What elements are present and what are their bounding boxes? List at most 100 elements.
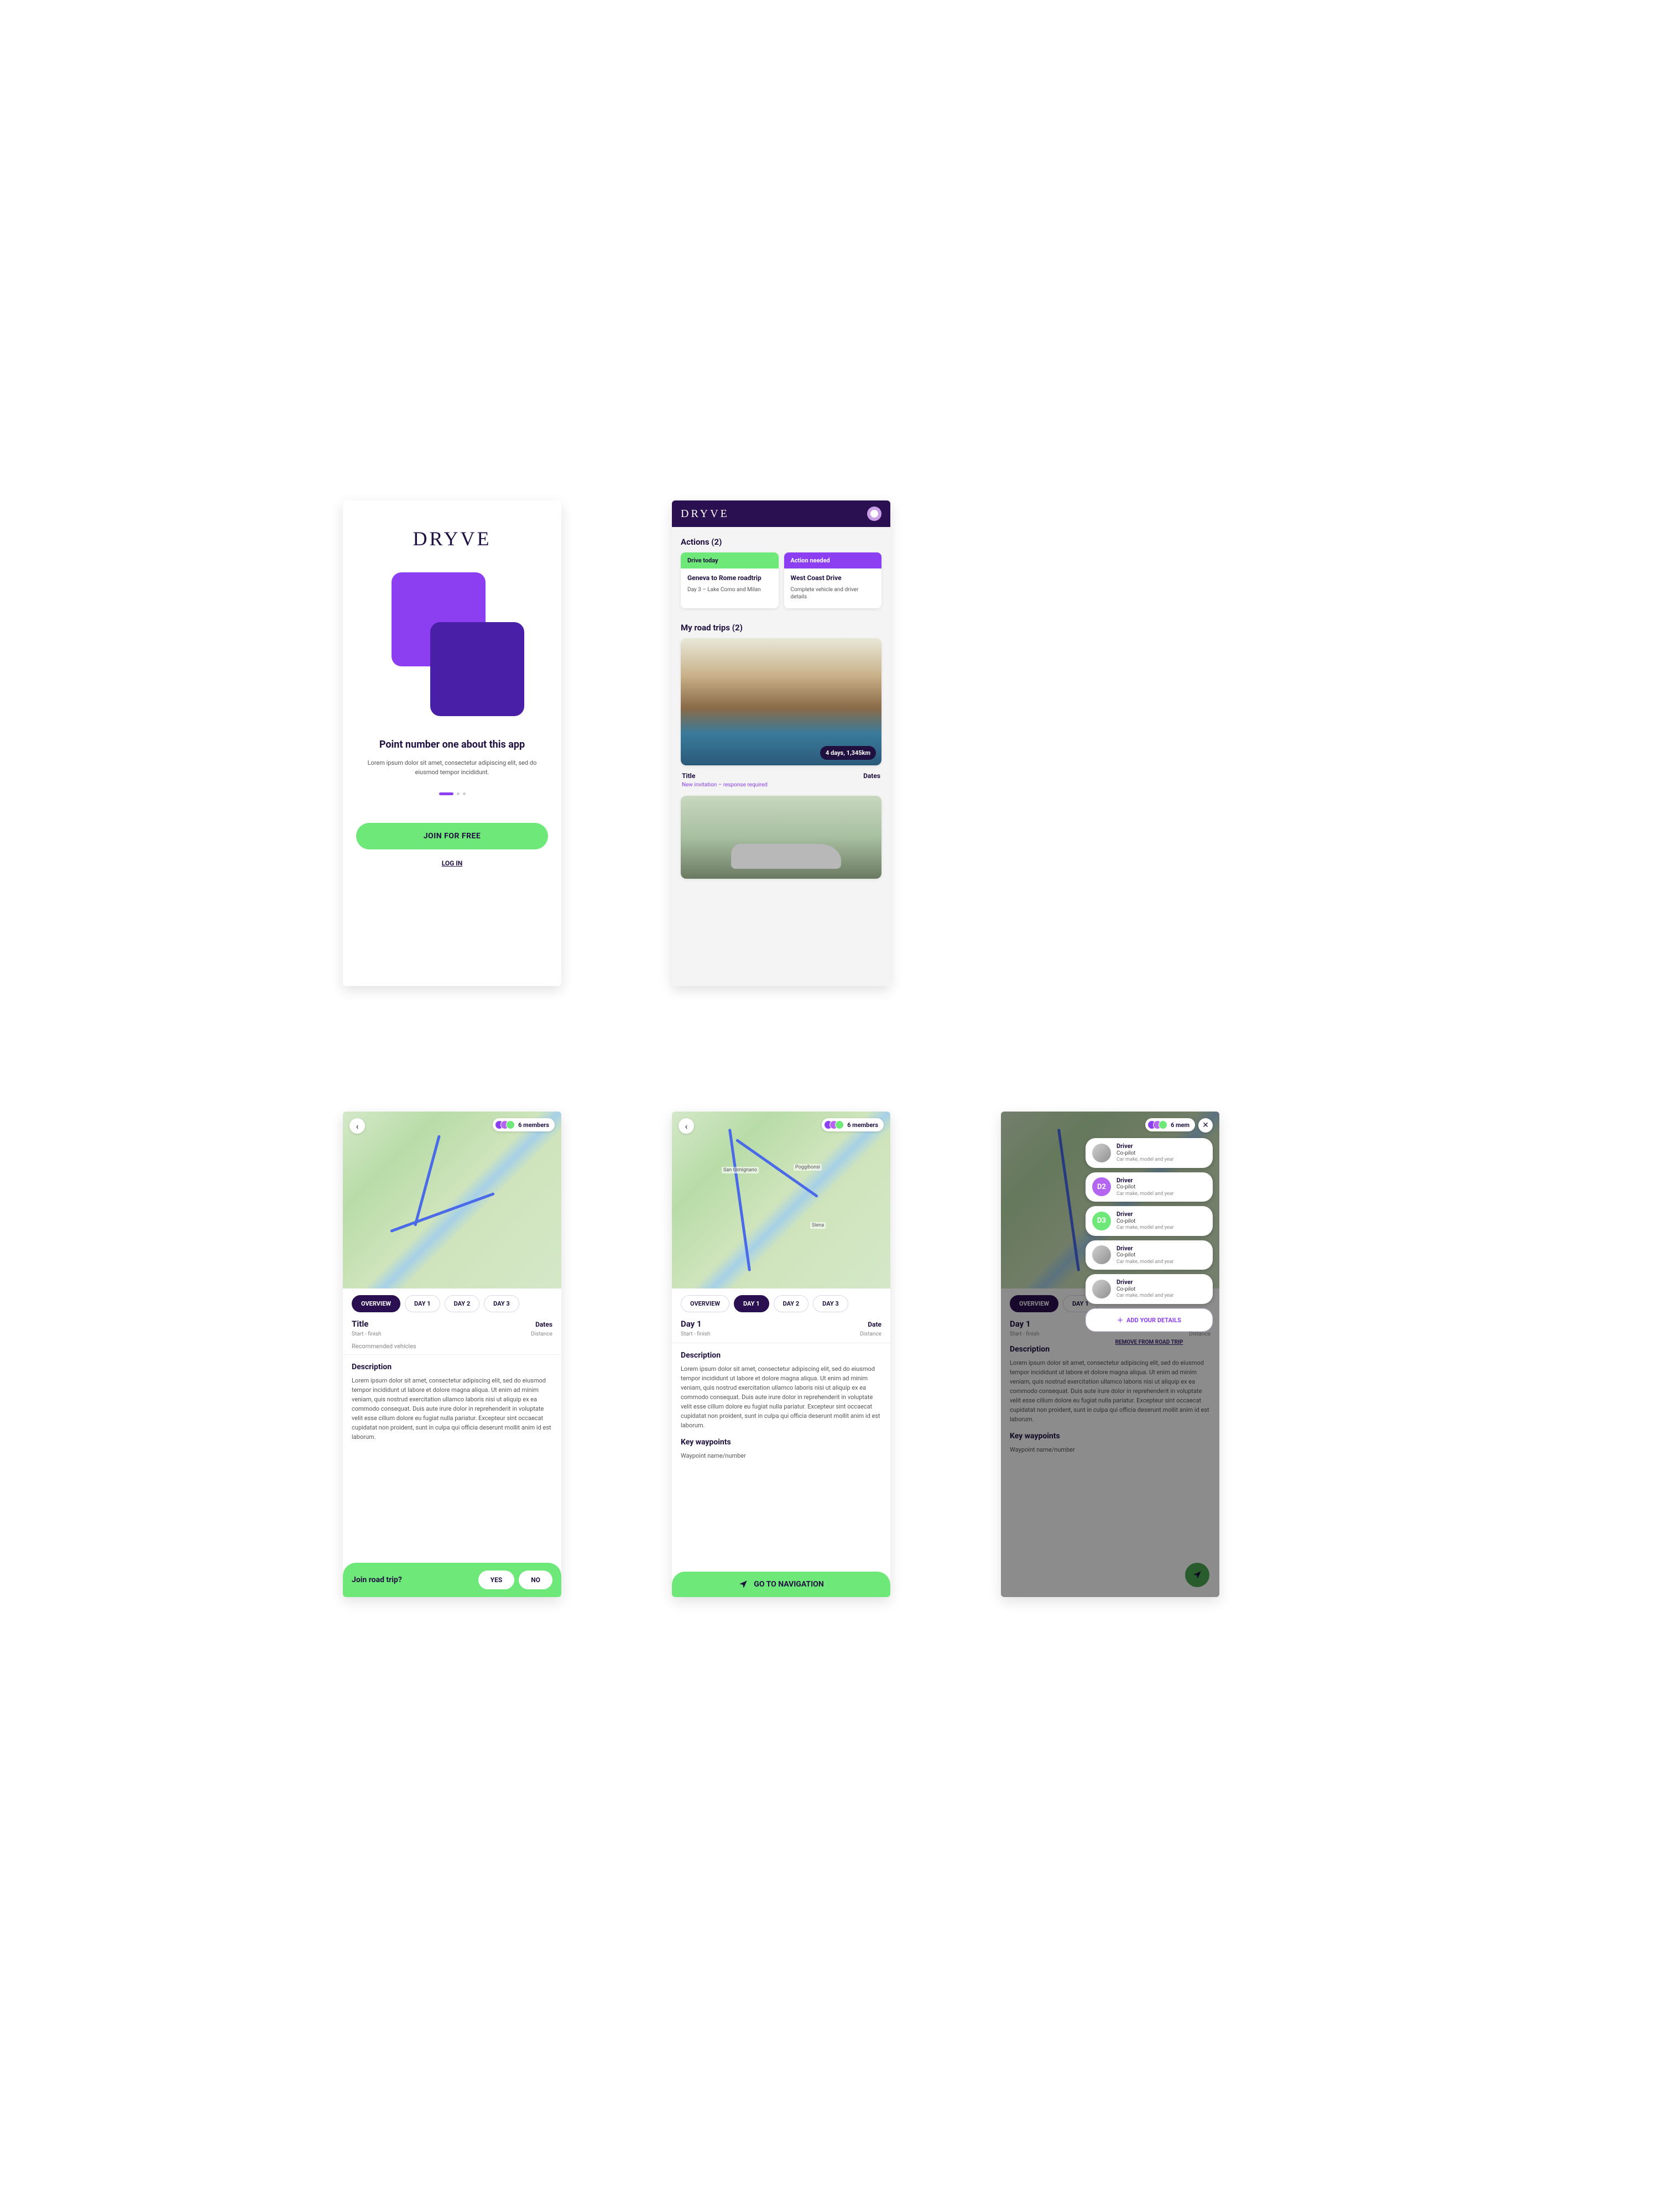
- brand-logo: DRYVE: [413, 527, 491, 550]
- car-label: Car make, model and year: [1117, 1225, 1173, 1231]
- actions-heading: Actions (2): [681, 537, 881, 547]
- go-to-navigation-label: GO TO NAVIGATION: [754, 1580, 823, 1589]
- close-button[interactable]: ✕: [1198, 1118, 1213, 1133]
- hero-square-2: [430, 622, 524, 716]
- no-button[interactable]: NO: [519, 1571, 552, 1589]
- car-illustration: [731, 844, 842, 869]
- members-count: 6 mem: [1171, 1121, 1190, 1129]
- chevron-left-icon: ‹: [356, 1121, 359, 1131]
- waypoints-heading: Key waypoints: [681, 1438, 881, 1447]
- tab-day-3[interactable]: DAY 3: [484, 1295, 519, 1312]
- action-card-drive-today[interactable]: Drive today Geneva to Rome roadtrip Day …: [681, 552, 779, 608]
- join-bar: Join road trip? YES NO: [343, 1563, 561, 1597]
- trip-meta: Title Dates: [682, 772, 880, 780]
- page-indicator: [439, 792, 466, 795]
- driver-card[interactable]: Driver Co-pilot Car make, model and year: [1086, 1274, 1213, 1304]
- join-question: Join road trip?: [352, 1575, 402, 1584]
- copilot-label: Co-pilot: [1117, 1150, 1173, 1157]
- driver-avatar: [1092, 1144, 1111, 1162]
- trips-heading: My road trips (2): [681, 623, 881, 633]
- day-date: Date: [868, 1321, 881, 1328]
- map-view[interactable]: Siena San Gimignano Poggibonsi ‹ 6 membe…: [672, 1112, 890, 1288]
- remove-from-trip-link[interactable]: REMOVE FROM ROAD TRIP: [1086, 1339, 1213, 1345]
- home-screen: DRYVE Actions (2) Drive today Geneva to …: [672, 500, 890, 986]
- action-pill: Drive today: [681, 552, 779, 568]
- driver-card[interactable]: Driver Co-pilot Car make, model and year: [1086, 1138, 1213, 1168]
- onboarding-desc: Lorem ipsum dolor sit amet, consectetur …: [356, 759, 548, 777]
- members-pill[interactable]: 6 members: [822, 1118, 884, 1131]
- trip-card[interactable]: 4 days, 1,345km: [681, 638, 881, 765]
- description-text: Lorem ipsum dolor sit amet, consectetur …: [352, 1376, 552, 1442]
- day-title: Day 1: [681, 1319, 702, 1329]
- members-overlay-screen: OVERVIEW DAY 1 Day 1 Date Start - finish…: [1001, 1112, 1219, 1597]
- trip-image: 4 days, 1,345km: [681, 638, 881, 765]
- plus-icon: ＋: [1117, 1317, 1123, 1324]
- driver-label: Driver: [1117, 1279, 1173, 1286]
- members-pill[interactable]: 6 mem: [1145, 1118, 1195, 1131]
- action-card-action-needed[interactable]: Action needed West Coast Drive Complete …: [784, 552, 882, 608]
- back-button[interactable]: ‹: [349, 1118, 365, 1134]
- tab-day-3[interactable]: DAY 3: [813, 1295, 848, 1312]
- copilot-label: Co-pilot: [1117, 1218, 1173, 1225]
- description-heading: Description: [681, 1351, 881, 1360]
- car-label: Car make, model and year: [1117, 1259, 1173, 1265]
- trip-title: Title: [352, 1319, 368, 1329]
- tab-day-1[interactable]: DAY 1: [405, 1295, 440, 1312]
- member-avatars: [824, 1120, 844, 1129]
- route-line: [728, 1129, 751, 1271]
- trip-image: [681, 796, 881, 879]
- action-pill: Action needed: [784, 552, 882, 568]
- trip-title: Title: [682, 772, 695, 780]
- brand-logo: DRYVE: [681, 508, 729, 520]
- tab-overview[interactable]: OVERVIEW: [352, 1295, 400, 1312]
- page-dot-active: [439, 792, 453, 795]
- invitation-link[interactable]: New invitation – response required: [682, 782, 880, 788]
- copilot-label: Co-pilot: [1117, 1286, 1173, 1293]
- tab-day-1[interactable]: DAY 1: [734, 1295, 769, 1312]
- tab-day-2[interactable]: DAY 2: [445, 1295, 480, 1312]
- driver-card[interactable]: D2 Driver Co-pilot Car make, model and y…: [1086, 1172, 1213, 1202]
- members-pill[interactable]: 6 members: [493, 1118, 555, 1131]
- copilot-label: Co-pilot: [1117, 1252, 1173, 1259]
- onboarding-screen: DRYVE Point number one about this app Lo…: [343, 500, 561, 986]
- description-text: Lorem ipsum dolor sit amet, consectetur …: [681, 1364, 881, 1430]
- yes-button[interactable]: YES: [478, 1571, 515, 1589]
- navigation-icon: [738, 1579, 748, 1589]
- car-label: Car make, model and year: [1117, 1157, 1173, 1163]
- add-details-button[interactable]: ＋ADD YOUR DETAILS: [1086, 1308, 1213, 1332]
- driver-avatar: D3: [1092, 1212, 1111, 1230]
- actions-row: Drive today Geneva to Rome roadtrip Day …: [681, 552, 881, 608]
- map-label-sg: San Gimignano: [722, 1167, 759, 1173]
- tab-day-2[interactable]: DAY 2: [774, 1295, 809, 1312]
- tab-overview[interactable]: OVERVIEW: [681, 1295, 729, 1312]
- drivers-panel: Driver Co-pilot Car make, model and year…: [1086, 1138, 1213, 1345]
- trip-dates: Dates: [535, 1321, 552, 1328]
- trip-badge: 4 days, 1,345km: [820, 746, 876, 760]
- day-tabs: OVERVIEW DAY 1 DAY 2 DAY 3: [672, 1288, 890, 1319]
- driver-label: Driver: [1117, 1211, 1173, 1218]
- map-view[interactable]: ‹ 6 members: [343, 1112, 561, 1288]
- home-body: Actions (2) Drive today Geneva to Rome r…: [672, 527, 890, 986]
- trip-dates: Dates: [863, 772, 880, 780]
- map-label-siena: Siena: [810, 1222, 826, 1229]
- waypoint-item: Waypoint name/number: [681, 1451, 881, 1460]
- page-dot[interactable]: [457, 792, 460, 795]
- join-button[interactable]: JOIN FOR FREE: [356, 823, 548, 849]
- driver-card[interactable]: Driver Co-pilot Car make, model and year: [1086, 1240, 1213, 1270]
- chevron-left-icon: ‹: [685, 1121, 688, 1131]
- trip-card[interactable]: [681, 796, 881, 879]
- navigation-bar[interactable]: GO TO NAVIGATION: [672, 1572, 890, 1597]
- description-heading: Description: [352, 1363, 552, 1371]
- route-line: [390, 1192, 495, 1233]
- trip-details: Title Dates Start - finish Distance Reco…: [343, 1319, 561, 1451]
- distance-label: Distance: [860, 1331, 881, 1337]
- driver-card[interactable]: D3 Driver Co-pilot Car make, model and y…: [1086, 1206, 1213, 1236]
- back-button[interactable]: ‹: [679, 1118, 694, 1134]
- action-subtitle: Day 3 – Lake Como and Milan: [687, 586, 772, 593]
- onboarding-headline: Point number one about this app: [379, 738, 525, 751]
- action-title: West Coast Drive: [791, 574, 875, 583]
- profile-avatar[interactable]: [867, 507, 881, 521]
- login-link[interactable]: LOG IN: [442, 859, 463, 867]
- page-dot[interactable]: [463, 792, 466, 795]
- hero-graphic: [380, 572, 524, 716]
